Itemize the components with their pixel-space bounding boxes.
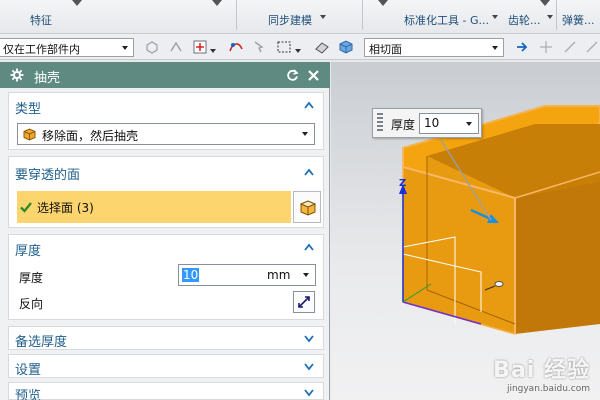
chevron-down-icon — [492, 46, 498, 50]
preview-header: 预览 — [15, 389, 42, 400]
section-combo[interactable]: 相切面 — [364, 38, 504, 57]
chevron-down-icon[interactable] — [303, 273, 309, 277]
chevron-down-icon[interactable] — [320, 15, 326, 19]
chevron-down-icon — [122, 46, 128, 50]
check-icon — [20, 202, 32, 213]
thickness-label: 厚度 — [19, 271, 44, 285]
chevron-down-icon[interactable] — [303, 361, 315, 371]
ribbon-group-feature[interactable]: 特征 — [30, 12, 52, 28]
type-section-header[interactable]: 类型 — [15, 98, 41, 117]
ribbon-dropdown-icon[interactable] — [72, 0, 82, 6]
faces-section-header[interactable]: 要穿透的面 — [15, 164, 80, 183]
chevron-up-icon[interactable] — [303, 167, 315, 177]
selection-toolbar: 仅在工作部件内 相切面 — [0, 34, 600, 60]
thickness-section: 厚度 厚度 10 mm 反向 — [8, 234, 324, 320]
ribbon-group-spring[interactable]: 弹簧... — [562, 12, 595, 28]
line-tool-icon[interactable] — [584, 39, 600, 55]
ribbon-dropdown-icon[interactable] — [540, 0, 550, 6]
arrow-right-icon[interactable] — [514, 39, 530, 55]
curve-rule-icon[interactable] — [228, 39, 244, 55]
solid-body-icon[interactable] — [338, 39, 354, 55]
watermark-url: jingyan.baidu.com — [506, 384, 590, 394]
line-tool-icon[interactable] — [562, 39, 578, 55]
reverse-label: 反向 — [19, 297, 44, 311]
assembly-filter-icon[interactable] — [144, 39, 160, 55]
shell-dialog: 抽壳 类型 移除面，然后抽壳 要穿透的面 选择面 (3) 厚度 厚度 10 mm… — [0, 62, 330, 400]
select-all-icon[interactable] — [538, 39, 554, 55]
gear-icon — [10, 68, 24, 82]
chevron-down-icon — [302, 132, 308, 136]
reverse-direction-button[interactable] — [293, 291, 315, 313]
reverse-direction-icon — [298, 296, 310, 308]
select-face-row[interactable]: 选择面 (3) — [17, 191, 291, 223]
section-combo-value: 相切面 — [369, 43, 402, 56]
chevron-down-icon[interactable] — [466, 122, 472, 126]
chevron-down-icon[interactable] — [547, 15, 553, 19]
preview-section[interactable]: 预览 — [8, 382, 324, 400]
settings-header: 设置 — [15, 363, 42, 378]
floating-thickness-label: 厚度 — [391, 118, 416, 132]
chevron-down-icon[interactable] — [303, 387, 315, 397]
type-dropdown[interactable]: 移除面，然后抽壳 — [17, 123, 315, 145]
chevron-down-icon[interactable] — [295, 49, 301, 53]
graphics-window[interactable]: Z 厚度 10 Bai 经验 jingyan.baidu.com — [331, 62, 600, 400]
baidu-watermark: Bai 经验 jingyan.baidu.com — [493, 352, 590, 394]
thickness-unit: mm — [267, 268, 291, 282]
drag-grip-icon[interactable] — [377, 113, 383, 133]
alt-thickness-header: 备选厚度 — [15, 335, 68, 350]
face-select-button[interactable] — [293, 191, 321, 223]
thickness-section-header[interactable]: 厚度 — [15, 240, 41, 259]
shell-type-icon — [23, 128, 36, 141]
rectangle-select-icon[interactable] — [276, 39, 292, 55]
watermark-logo: Bai 经验 — [493, 358, 590, 383]
ribbon-separator — [556, 0, 557, 30]
snap-point-icon[interactable] — [168, 39, 184, 55]
thickness-input[interactable]: 10 mm — [178, 264, 316, 286]
floating-thickness-value: 10 — [424, 116, 440, 130]
filter-combo[interactable]: 仅在工作部件内 — [0, 38, 134, 57]
ribbon-dropdown-icon[interactable] — [378, 0, 388, 6]
filter-combo-value: 仅在工作部件内 — [3, 43, 80, 56]
faces-section: 要穿透的面 选择面 (3) — [8, 156, 324, 228]
ribbon-bar: 特征 同步建模 标准化工具 - G... 齿轮... 弹簧... — [0, 0, 600, 34]
floating-thickness-input[interactable]: 10 — [419, 113, 479, 134]
chevron-down-icon[interactable] — [303, 333, 315, 343]
close-icon[interactable] — [307, 69, 320, 82]
alt-thickness-section[interactable]: 备选厚度 — [8, 326, 324, 350]
ribbon-separator — [236, 0, 237, 30]
z-axis-label: Z — [399, 178, 407, 189]
settings-section[interactable]: 设置 — [8, 354, 324, 378]
floating-thickness-box[interactable]: 厚度 10 — [372, 108, 482, 138]
thickness-input-value: 10 — [182, 268, 200, 282]
select-face-label: 选择面 (3) — [37, 201, 94, 215]
ribbon-group-standard-tools[interactable]: 标准化工具 - G... — [404, 12, 489, 28]
ribbon-group-gear[interactable]: 齿轮... — [508, 12, 541, 28]
type-dropdown-value: 移除面，然后抽壳 — [42, 129, 139, 143]
cube-icon — [299, 200, 317, 216]
type-section: 类型 移除面，然后抽壳 — [8, 92, 324, 150]
ribbon-dropdown-icon[interactable] — [212, 0, 222, 6]
chevron-up-icon[interactable] — [303, 242, 315, 252]
chevron-down-icon[interactable] — [210, 49, 216, 53]
dialog-title-bar[interactable]: 抽壳 — [0, 62, 330, 88]
chevron-up-icon[interactable] — [303, 100, 315, 110]
point-dialog-icon[interactable] — [192, 39, 208, 55]
chevron-down-icon[interactable] — [492, 15, 498, 19]
ribbon-separator — [362, 0, 363, 30]
ribbon-group-sync-modeling[interactable]: 同步建模 — [268, 12, 312, 28]
eraser-icon[interactable] — [314, 39, 330, 55]
select-feature-icon[interactable] — [252, 39, 268, 55]
reset-icon[interactable] — [286, 69, 299, 82]
dialog-title: 抽壳 — [34, 71, 61, 86]
